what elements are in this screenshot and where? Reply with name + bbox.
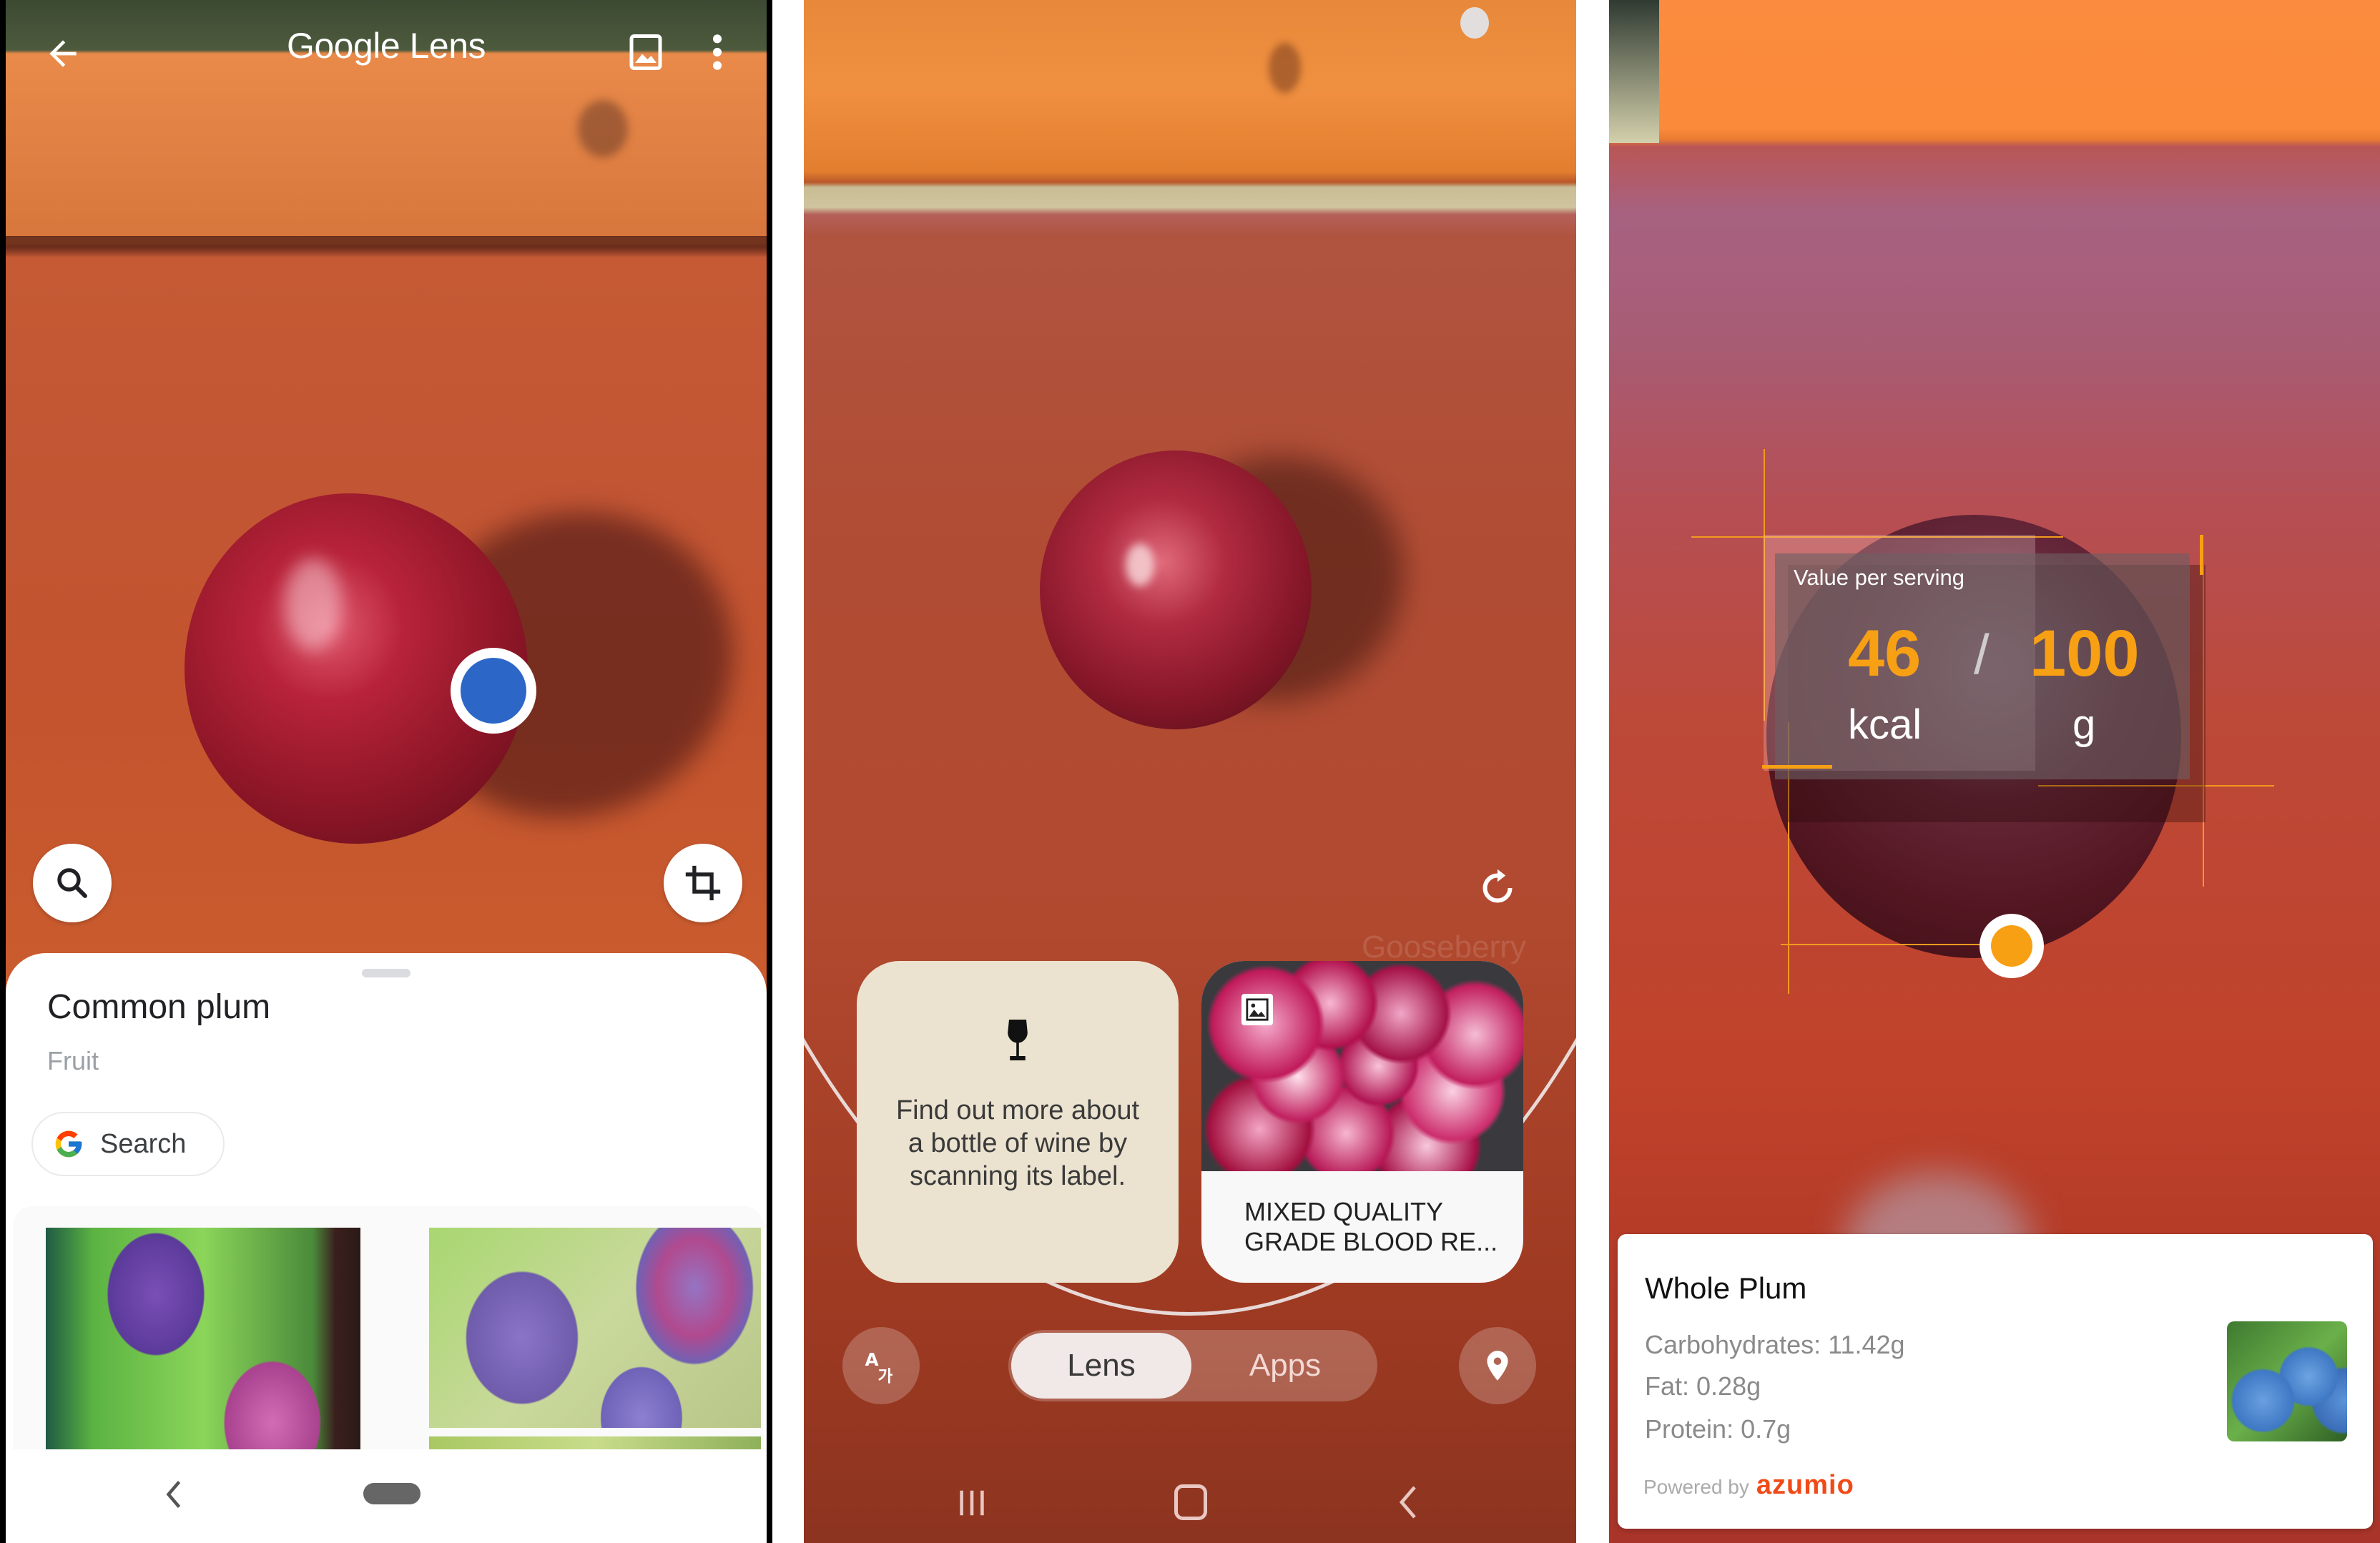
nutrition-card[interactable]: Whole Plum Carbohydrates: 11.42g Fat: 0.… [1618, 1234, 2373, 1529]
location-button[interactable] [1459, 1327, 1536, 1404]
result-subtitle: Fruit [47, 1046, 99, 1075]
object-marker-dot [461, 658, 526, 724]
recent-apps-icon[interactable] [955, 1486, 988, 1520]
svg-text:가: 가 [878, 1368, 893, 1386]
more-vert-icon [712, 34, 722, 70]
energy-value: 46 [1848, 617, 1922, 690]
background-foliage [1609, 0, 1659, 143]
plum-highlight [285, 558, 342, 651]
back-icon[interactable] [1397, 1484, 1419, 1520]
home-icon[interactable] [1174, 1484, 1207, 1520]
phone-screen: Google Lens Common plum Fruit Search [6, 0, 767, 1543]
more-options-button[interactable] [699, 27, 735, 77]
google-g-icon [55, 1130, 82, 1158]
nutrition-screen: Value per serving 46 / 100 kcal g Whole … [1609, 0, 2380, 1543]
top-bar: Google Lens [6, 0, 767, 107]
system-nav-bar [6, 1459, 767, 1543]
image-icon [1241, 994, 1273, 1025]
result-title: MIXED QUALITY GRADE BLOOD RE... [1244, 1197, 1498, 1256]
location-pin-icon [1487, 1351, 1508, 1381]
suggestion-card-wine[interactable]: Find out more about a bottle of wine by … [857, 961, 1179, 1283]
similar-images-grid [13, 1206, 764, 1449]
google-lens-screen: Google Lens Common plum Fruit Search [0, 0, 772, 1543]
mode-lens-tab[interactable]: Lens [1011, 1333, 1191, 1399]
similar-image[interactable] [429, 1436, 761, 1449]
mode-switch: Lens Apps [1008, 1330, 1377, 1401]
mode-toolbar: A 가 Lens Apps [804, 1327, 1576, 1406]
nav-back-icon[interactable] [163, 1480, 185, 1509]
refresh-icon[interactable] [1476, 867, 1519, 909]
plum-object [1040, 450, 1312, 729]
lens-suggestions-screen: Gooseberry Find out more about a bottle … [804, 0, 1576, 1543]
mode-apps-tab[interactable]: Apps [1193, 1330, 1377, 1401]
object-marker-dot [1991, 925, 2032, 967]
frame-line [1781, 944, 1988, 945]
svg-text:A: A [865, 1349, 880, 1370]
overlay-accent [2200, 535, 2203, 575]
camera-viewfinder[interactable] [804, 0, 1576, 1543]
gallery-button[interactable] [621, 27, 671, 77]
food-title: Whole Plum [1645, 1271, 1807, 1305]
crop-icon [685, 865, 721, 901]
similar-image[interactable] [46, 1228, 360, 1449]
result-image [1201, 961, 1523, 1171]
suggestion-card-image-result[interactable]: MIXED QUALITY GRADE BLOOD RE... [1201, 961, 1523, 1283]
wood-knot [1269, 43, 1301, 93]
search-button[interactable] [33, 844, 112, 922]
similar-image[interactable] [429, 1228, 761, 1428]
suggestion-text: Find out more about a bottle of wine by … [895, 1095, 1140, 1191]
result-title: Common plum [47, 988, 271, 1026]
fat-row: Fat: 0.28g [1645, 1371, 1761, 1401]
protein-row: Protein: 0.7g [1645, 1414, 1791, 1444]
wood-knot [578, 100, 628, 157]
search-icon [57, 868, 87, 898]
serving-value: 100 [2030, 617, 2140, 690]
ring-handle[interactable] [1460, 7, 1489, 39]
image-gallery-icon [629, 34, 662, 70]
watermark-text: Gooseberry [1362, 930, 1526, 965]
crop-button[interactable] [664, 844, 742, 922]
bench-edge [6, 236, 767, 257]
object-marker[interactable] [1980, 914, 2044, 978]
translate-button[interactable]: A 가 [842, 1327, 920, 1404]
plum-highlight [1126, 543, 1154, 586]
object-marker[interactable] [451, 648, 536, 734]
search-chip-label: Search [100, 1128, 187, 1159]
overlay-label: Value per serving [1794, 565, 1965, 590]
serving-unit: g [2072, 701, 2096, 748]
overlay-accent [1762, 765, 1832, 769]
google-search-chip[interactable]: Search [31, 1112, 225, 1176]
value-separator: / [1974, 623, 1990, 686]
results-sheet: Common plum Fruit Search [6, 953, 767, 1543]
sheet-drag-handle[interactable] [362, 969, 410, 977]
powered-by-label: Powered by [1643, 1476, 1749, 1498]
powered-by: Powered by azumio [1643, 1470, 1854, 1501]
energy-unit: kcal [1848, 701, 1922, 748]
food-thumbnail [2227, 1321, 2347, 1441]
system-nav-bar [804, 1473, 1576, 1530]
wine-glass-icon [1008, 1020, 1028, 1060]
translate-icon: A 가 [865, 1349, 893, 1386]
brand-logo[interactable]: azumio [1756, 1470, 1854, 1501]
carbohydrates-row: Carbohydrates: 11.42g [1645, 1330, 1905, 1359]
nav-home-pill[interactable] [363, 1483, 421, 1504]
